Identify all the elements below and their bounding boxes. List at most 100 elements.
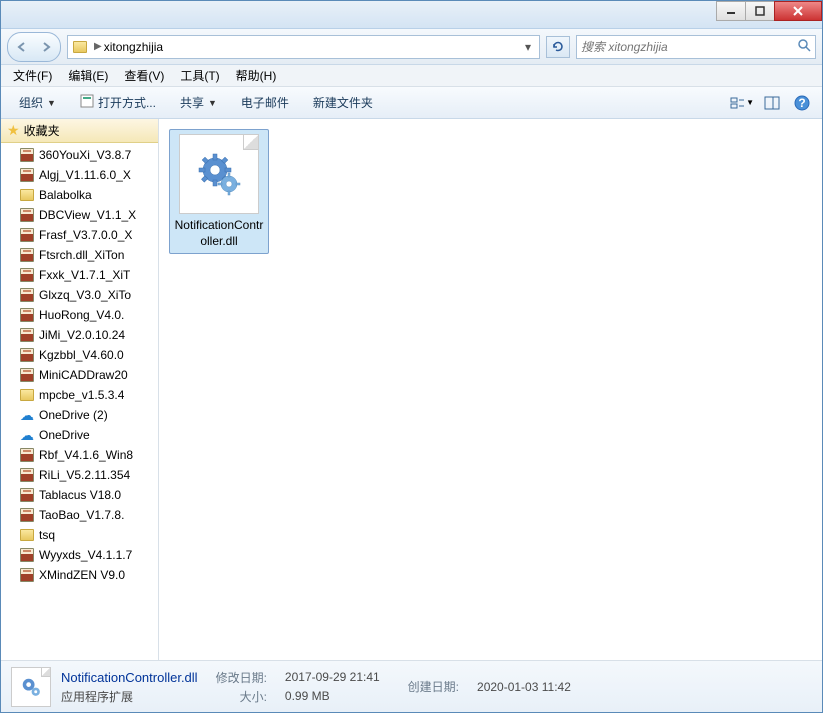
sidebar-item-label: DBCView_V1.1_X [39, 208, 136, 222]
sidebar-item[interactable]: ☁ OneDrive (2) [1, 405, 158, 425]
email-button[interactable]: 电子邮件 [231, 92, 299, 113]
sidebar-item-label: OneDrive (2) [39, 408, 108, 422]
rar-icon [19, 447, 35, 463]
sidebar-item[interactable]: Glxzq_V3.0_XiTo [1, 285, 158, 305]
preview-pane-button[interactable] [760, 92, 784, 114]
tree: 360YouXi_V3.8.7 Algj_V1.11.6.0_X Balabolka… [1, 143, 158, 587]
back-button[interactable] [10, 35, 34, 59]
menu-edit[interactable]: 编辑(E) [60, 65, 116, 86]
sidebar-item[interactable]: XMindZEN V9.0 [1, 565, 158, 585]
sidebar-item[interactable]: Balabolka [1, 185, 158, 205]
share-button[interactable]: 共享▼ [170, 92, 227, 113]
sidebar-item[interactable]: Fxxk_V1.7.1_XiT [1, 265, 158, 285]
menu-help[interactable]: 帮助(H) [228, 65, 285, 86]
rar-icon [19, 507, 35, 523]
sidebar-item[interactable]: HuoRong_V4.0. [1, 305, 158, 325]
details-created-label: 创建日期: [408, 678, 459, 695]
sidebar-item-label: MiniCADDraw20 [39, 368, 128, 382]
breadcrumb-sep-icon: ▶ [94, 41, 102, 52]
search-box[interactable] [576, 35, 816, 59]
menubar: 文件(F) 编辑(E) 查看(V) 工具(T) 帮助(H) [1, 65, 822, 87]
folder-icon [72, 39, 88, 55]
rar-icon [19, 267, 35, 283]
sidebar-item[interactable]: Algj_V1.11.6.0_X [1, 165, 158, 185]
titlebar [1, 1, 822, 29]
help-button[interactable]: ? [790, 92, 814, 114]
maximize-button[interactable] [745, 1, 775, 21]
view-options-button[interactable]: ▼ [730, 92, 754, 114]
sidebar-item[interactable]: JiMi_V2.0.10.24 [1, 325, 158, 345]
details-text-2: 创建日期: 2020-01-03 11:42 [408, 678, 571, 695]
close-button[interactable] [774, 1, 822, 21]
onedrive-icon: ☁ [19, 407, 35, 423]
sidebar-item-label: Balabolka [39, 188, 92, 202]
file-item-selected[interactable]: NotificationController.dll [169, 129, 269, 254]
sidebar-item[interactable]: Wyyxds_V4.1.1.7 [1, 545, 158, 565]
rar-icon [19, 147, 35, 163]
folder-icon [19, 187, 35, 203]
search-icon[interactable] [797, 38, 811, 55]
sidebar-item[interactable]: Frasf_V3.7.0.0_X [1, 225, 158, 245]
sidebar-item-label: JiMi_V2.0.10.24 [39, 328, 125, 342]
search-input[interactable] [581, 40, 797, 54]
sidebar-item-label: HuoRong_V4.0. [39, 308, 124, 322]
sidebar-item-label: RiLi_V5.2.11.354 [39, 468, 130, 482]
refresh-button[interactable] [546, 36, 570, 58]
sidebar-item[interactable]: RiLi_V5.2.11.354 [1, 465, 158, 485]
open-with-button[interactable]: 打开方式... [70, 92, 166, 113]
sidebar-item-label: Tablacus V18.0 [39, 488, 121, 502]
svg-text:?: ? [798, 96, 805, 110]
address-path[interactable]: xitongzhijia [104, 40, 163, 54]
rar-icon [19, 207, 35, 223]
sidebar-item-label: OneDrive [39, 428, 90, 442]
sidebar-item-label: TaoBao_V1.7.8. [39, 508, 124, 522]
sidebar-item[interactable]: Rbf_V4.1.6_Win8 [1, 445, 158, 465]
menu-view[interactable]: 查看(V) [116, 65, 172, 86]
minimize-button[interactable] [716, 1, 746, 21]
address-dropdown-icon[interactable]: ▾ [521, 40, 535, 54]
sidebar-item-label: tsq [39, 528, 55, 542]
rar-icon [19, 567, 35, 583]
organize-button[interactable]: 组织▼ [9, 92, 66, 113]
rar-icon [19, 307, 35, 323]
details-created-value: 2020-01-03 11:42 [477, 680, 571, 694]
gear-icon [197, 152, 241, 196]
menu-file[interactable]: 文件(F) [5, 65, 60, 86]
sidebar-item-label: Rbf_V4.1.6_Win8 [39, 448, 133, 462]
forward-button[interactable] [34, 35, 58, 59]
sidebar-item[interactable]: ☁OneDrive [1, 425, 158, 445]
rar-icon [19, 467, 35, 483]
star-icon: ★ [7, 122, 20, 139]
sidebar-item-label: Glxzq_V3.0_XiTo [39, 288, 131, 302]
sidebar-item[interactable]: Ftsrch.dll_XiTon [1, 245, 158, 265]
sidebar-item[interactable]: MiniCADDraw20 [1, 365, 158, 385]
file-name-label: NotificationController.dll [174, 218, 264, 249]
navbar: ▶ xitongzhijia ▾ [1, 29, 822, 65]
content-area[interactable]: NotificationController.dll [159, 119, 822, 660]
sidebar: ★ 收藏夹 360YouXi_V3.8.7 Algj_V1.11.6.0_X Bal… [1, 119, 159, 660]
favorites-header[interactable]: ★ 收藏夹 [1, 119, 158, 143]
rar-icon [19, 367, 35, 383]
details-file-icon [11, 667, 51, 707]
details-mod-label: 修改日期: [216, 669, 267, 686]
details-size-label: 大小: [216, 688, 267, 705]
address-bar[interactable]: ▶ xitongzhijia ▾ [67, 35, 540, 59]
sidebar-item[interactable]: tsq [1, 525, 158, 545]
sidebar-item-label: XMindZEN V9.0 [39, 568, 125, 582]
sidebar-item[interactable]: DBCView_V1.1_X [1, 205, 158, 225]
new-folder-button[interactable]: 新建文件夹 [303, 92, 383, 113]
sidebar-item[interactable]: Kgzbbl_V4.60.0 [1, 345, 158, 365]
details-type: 应用程序扩展 [61, 688, 198, 705]
rar-icon [19, 327, 35, 343]
sidebar-item[interactable]: Tablacus V18.0 [1, 485, 158, 505]
sidebar-item[interactable]: 360YouXi_V3.8.7 [1, 145, 158, 165]
sidebar-item[interactable]: mpcbe_v1.5.3.4 [1, 385, 158, 405]
rar-icon [19, 347, 35, 363]
sidebar-item-label: Algj_V1.11.6.0_X [39, 168, 131, 182]
menu-tools[interactable]: 工具(T) [172, 65, 227, 86]
window-controls [717, 1, 822, 21]
toolbar: 组织▼ 打开方式... 共享▼ 电子邮件 新建文件夹 ▼ ? [1, 87, 822, 119]
file-thumbnail [179, 134, 259, 214]
sidebar-item[interactable]: TaoBao_V1.7.8. [1, 505, 158, 525]
rar-icon [19, 227, 35, 243]
